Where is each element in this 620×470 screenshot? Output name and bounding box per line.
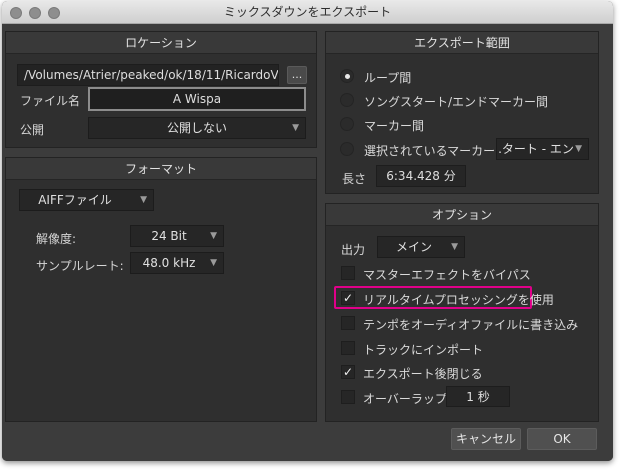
publish-dropdown[interactable]: 公開しない ▼ (88, 117, 306, 139)
length-label: 長さ (342, 172, 367, 186)
marker-select-dropdown[interactable]: .タート - エン ▼ (496, 138, 589, 160)
filename-input[interactable]: A Wispa (88, 87, 306, 111)
checkbox-write-tempo[interactable] (341, 316, 355, 330)
export-range-header: エクスポート範囲 (326, 32, 598, 54)
chevron-down-icon: ▼ (451, 242, 458, 252)
dialog-footer: キャンセル OK (2, 422, 613, 461)
title-bar: ミックスダウンをエクスポート (2, 1, 613, 24)
checkbox-import-to-track-label[interactable]: トラックにインポート (363, 341, 483, 358)
chevron-down-icon: ▼ (292, 123, 299, 133)
location-header: ロケーション (6, 32, 316, 54)
chevron-down-icon: ▼ (210, 258, 217, 268)
samplerate-dropdown[interactable]: 48.0 kHz ▼ (130, 252, 224, 274)
checkbox-close-after-export[interactable]: ✓ (341, 365, 355, 379)
checkbox-realtime-processing[interactable]: ✓ (341, 291, 355, 305)
export-range-panel: エクスポート範囲 ループ間 ソングスタート/エンドマーカー間 マーカー間 選択さ… (325, 31, 599, 194)
checkbox-import-to-track[interactable] (341, 341, 355, 355)
publish-label: 公開 (20, 123, 45, 137)
radio-loop[interactable] (340, 69, 354, 83)
window-title: ミックスダウンをエクスポート (223, 5, 392, 19)
path-field[interactable]: /Volumes/Atrier/peaked/ok/18/11/RicardoV… (17, 64, 279, 86)
samplerate-value: 48.0 kHz (142, 256, 196, 270)
format-type-value: AIFFファイル (38, 193, 112, 207)
resolution-value: 24 Bit (151, 229, 187, 243)
radio-song-start-end-label[interactable]: ソングスタート/エンドマーカー間 (364, 93, 548, 110)
chevron-down-icon: ▼ (210, 231, 217, 241)
checkbox-overlap-label[interactable]: オーバーラップ (363, 390, 447, 407)
publish-value: 公開しない (166, 121, 227, 135)
location-panel: ロケーション /Volumes/Atrier/peaked/ok/18/11/R… (5, 31, 317, 148)
checkbox-bypass-master-fx-label[interactable]: マスターエフェクトをバイパス (363, 266, 531, 283)
resolution-dropdown[interactable]: 24 Bit ▼ (130, 225, 224, 247)
checkbox-close-after-export-label[interactable]: エクスポート後閉じる (363, 365, 483, 382)
checkbox-overlap[interactable] (341, 390, 355, 404)
radio-selected-markers[interactable] (340, 142, 354, 156)
samplerate-label: サンプルレート: (36, 259, 124, 273)
chevron-down-icon: ▼ (575, 144, 582, 154)
format-panel: フォーマット AIFFファイル ▼ 解像度: 24 Bit ▼ サンプルレート:… (5, 157, 317, 422)
radio-markers-label[interactable]: マーカー間 (364, 117, 424, 134)
radio-song-start-end[interactable] (340, 93, 354, 107)
output-label: 出力 (341, 243, 366, 257)
output-dropdown[interactable]: メイン ▼ (377, 236, 465, 258)
check-icon: ✓ (342, 291, 354, 305)
format-type-dropdown[interactable]: AIFFファイル ▼ (19, 189, 154, 211)
radio-markers[interactable] (340, 117, 354, 131)
overlap-seconds-field[interactable]: 1 秒 (446, 386, 510, 407)
radio-selected-markers-label[interactable]: 選択されているマーカー間 (364, 142, 507, 159)
marker-select-value: .タート - エン (498, 142, 574, 156)
format-header: フォーマット (6, 158, 316, 180)
filename-label: ファイル名 (20, 94, 81, 108)
options-header: オプション (326, 204, 598, 226)
browse-button[interactable]: ... (287, 66, 307, 84)
checkbox-bypass-master-fx[interactable] (341, 266, 355, 280)
checkbox-realtime-processing-label[interactable]: リアルタイムプロセッシングを使用 (363, 291, 554, 308)
chevron-down-icon: ▼ (140, 195, 147, 205)
output-value: メイン (395, 240, 432, 254)
check-icon: ✓ (342, 365, 354, 379)
export-mixdown-window: ミックスダウンをエクスポート ロケーション /Volumes/Atrier/pe… (2, 1, 613, 461)
checkbox-write-tempo-label[interactable]: テンポをオーディオファイルに書き込み (363, 316, 578, 333)
length-value: 6:34.428 分 (376, 165, 466, 187)
radio-loop-label[interactable]: ループ間 (364, 69, 411, 86)
ok-button[interactable]: OK (527, 428, 597, 450)
cancel-button[interactable]: キャンセル (451, 428, 521, 450)
options-panel: オプション 出力 メイン ▼ マスターエフェクトをバイパス ✓ リアルタイムプロ… (325, 203, 599, 422)
resolution-label: 解像度: (36, 232, 77, 246)
